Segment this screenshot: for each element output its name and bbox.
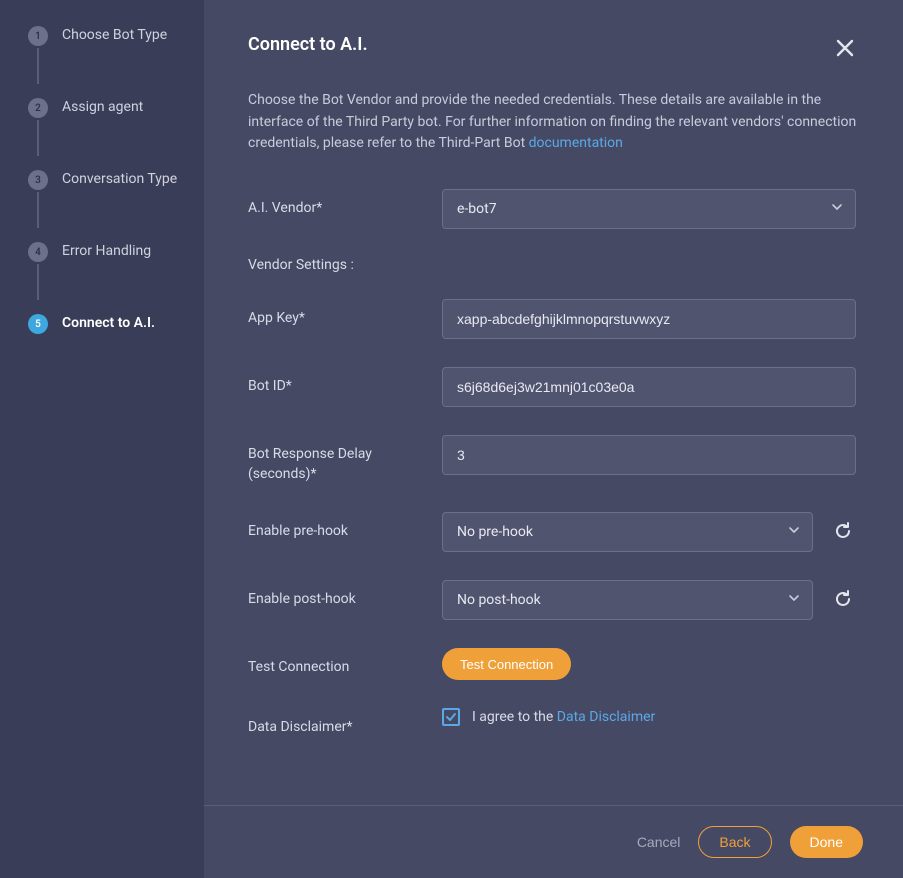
step-label: Connect to A.I.	[62, 312, 155, 333]
ai-vendor-control: e-bot7	[442, 189, 859, 229]
bot-id-input[interactable]	[442, 367, 856, 407]
step-number: 3	[28, 170, 48, 190]
row-post-hook: Enable post-hook No post-hook	[248, 580, 859, 620]
done-button[interactable]: Done	[790, 826, 863, 858]
main-panel: Connect to A.I. Choose the Bot Vendor an…	[204, 0, 903, 878]
wizard-steps: 1 Choose Bot Type 2 Assign agent 3 Conve…	[28, 24, 200, 384]
step-choose-bot-type[interactable]: 1 Choose Bot Type	[28, 24, 200, 96]
chevron-down-icon	[787, 591, 801, 609]
chevron-down-icon	[830, 200, 844, 218]
footer-bar: Cancel Back Done	[204, 805, 903, 878]
post-hook-refresh-button[interactable]	[827, 583, 859, 618]
close-button[interactable]	[831, 34, 859, 62]
pre-hook-value: No pre-hook	[457, 524, 533, 540]
post-hook-value: No post-hook	[457, 592, 541, 608]
pre-hook-select[interactable]: No pre-hook	[442, 512, 813, 552]
app-key-label: App Key*	[248, 299, 442, 329]
step-connect-to-ai[interactable]: 5 Connect to A.I.	[28, 312, 200, 384]
step-conversation-type[interactable]: 3 Conversation Type	[28, 168, 200, 240]
data-disclaimer-link[interactable]: Data Disclaimer	[557, 709, 656, 725]
data-disclaimer-label: Data Disclaimer*	[248, 708, 442, 738]
row-ai-vendor: A.I. Vendor* e-bot7	[248, 189, 859, 229]
description-text: Choose the Bot Vendor and provide the ne…	[248, 90, 859, 155]
row-bot-id: Bot ID*	[248, 367, 859, 407]
bot-id-label: Bot ID*	[248, 367, 442, 397]
content-area: Connect to A.I. Choose the Bot Vendor an…	[204, 0, 903, 805]
test-connection-button[interactable]: Test Connection	[442, 648, 571, 680]
wizard-sidebar: 1 Choose Bot Type 2 Assign agent 3 Conve…	[0, 0, 200, 878]
step-number: 5	[28, 314, 48, 334]
post-hook-select[interactable]: No post-hook	[442, 580, 813, 620]
post-hook-label: Enable post-hook	[248, 580, 442, 610]
response-delay-input[interactable]	[442, 435, 856, 475]
step-number: 1	[28, 26, 48, 46]
ai-vendor-value: e-bot7	[457, 201, 497, 217]
step-label: Choose Bot Type	[62, 24, 167, 45]
pre-hook-refresh-button[interactable]	[827, 515, 859, 550]
close-icon	[835, 38, 855, 58]
test-connection-label: Test Connection	[248, 648, 442, 678]
row-response-delay: Bot Response Delay (seconds)*	[248, 435, 859, 484]
step-error-handling[interactable]: 4 Error Handling	[28, 240, 200, 312]
disclaimer-text-before: I agree to the	[472, 709, 557, 725]
step-label: Assign agent	[62, 96, 143, 117]
panel-header: Connect to A.I.	[248, 34, 859, 62]
step-number: 2	[28, 98, 48, 118]
documentation-link[interactable]: documentation	[529, 135, 623, 151]
app-root: 1 Choose Bot Type 2 Assign agent 3 Conve…	[0, 0, 903, 878]
row-test-connection: Test Connection Test Connection	[248, 648, 859, 680]
step-number: 4	[28, 242, 48, 262]
vendor-settings-label: Vendor Settings :	[248, 257, 859, 273]
cancel-button[interactable]: Cancel	[637, 834, 681, 850]
chevron-down-icon	[787, 523, 801, 541]
step-assign-agent[interactable]: 2 Assign agent	[28, 96, 200, 168]
row-pre-hook: Enable pre-hook No pre-hook	[248, 512, 859, 552]
ai-vendor-select[interactable]: e-bot7	[442, 189, 856, 229]
disclaimer-text: I agree to the Data Disclaimer	[472, 709, 655, 725]
response-delay-label: Bot Response Delay (seconds)*	[248, 435, 442, 484]
app-key-input[interactable]	[442, 299, 856, 339]
step-label: Conversation Type	[62, 168, 177, 189]
check-icon	[445, 711, 457, 723]
row-data-disclaimer: Data Disclaimer* I agree to the Data Dis…	[248, 708, 859, 738]
disclaimer-checkbox[interactable]	[442, 708, 460, 726]
ai-vendor-label: A.I. Vendor*	[248, 189, 442, 219]
pre-hook-label: Enable pre-hook	[248, 512, 442, 542]
row-app-key: App Key*	[248, 299, 859, 339]
page-title: Connect to A.I.	[248, 34, 368, 55]
disclaimer-checkbox-group: I agree to the Data Disclaimer	[442, 708, 655, 726]
refresh-icon	[833, 521, 853, 544]
step-label: Error Handling	[62, 240, 151, 261]
back-button[interactable]: Back	[698, 826, 771, 858]
refresh-icon	[833, 589, 853, 612]
